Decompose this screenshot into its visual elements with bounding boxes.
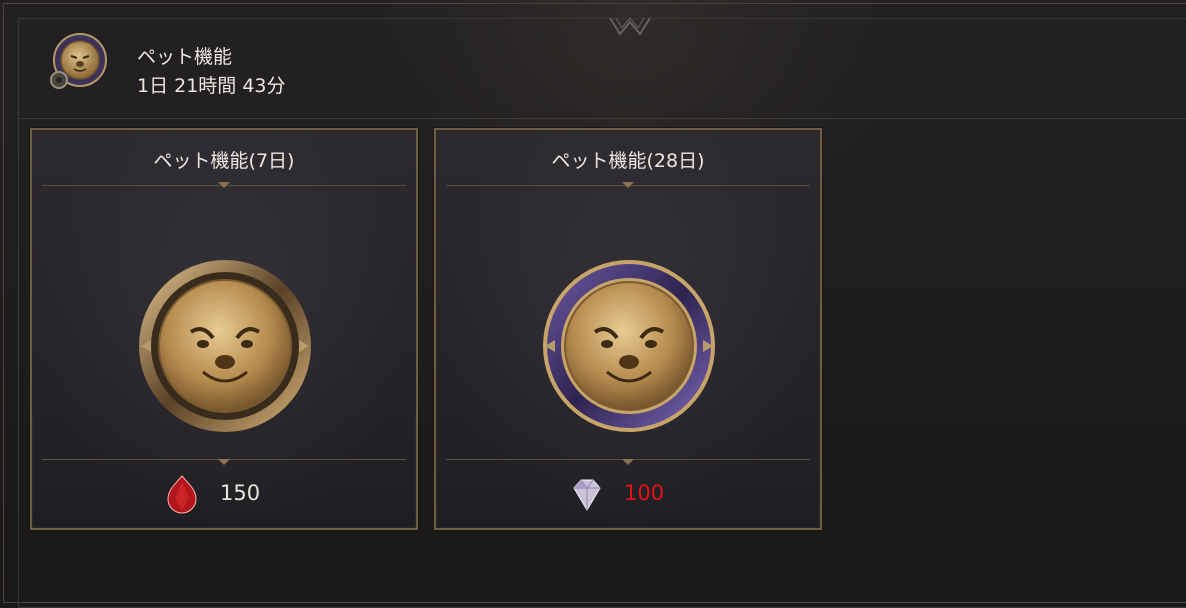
divider-ornament-icon: [218, 459, 230, 465]
divider-ornament-icon: [622, 459, 634, 465]
header: ペット機能 1日 21時間 43分: [18, 18, 1186, 119]
card-title: ペット機能(28日): [551, 150, 705, 172]
price-value: 100: [624, 481, 665, 505]
pet-medal-bronze-icon: [139, 260, 311, 432]
diamond-icon: [573, 479, 601, 511]
card-title: ペット機能(7日): [153, 150, 295, 172]
pet-function-panel: ペット機能 1日 21時間 43分 ペット機能(7日) 150 ペット機能(28…: [0, 0, 1186, 608]
pet-medal-purple-icon: [543, 260, 715, 432]
product-card-28-days[interactable]: ペット機能(28日) 100: [434, 128, 822, 530]
divider-ornament-icon: [218, 182, 230, 188]
price-value: 150: [220, 481, 261, 505]
red-gem-icon: [167, 475, 197, 514]
remaining-time: 1日 21時間 43分: [137, 75, 286, 97]
header-title: ペット機能: [137, 46, 233, 68]
product-card-7-days[interactable]: ペット機能(7日) 150: [30, 128, 418, 530]
pet-medal-icon: [50, 33, 107, 89]
divider-ornament-icon: [622, 182, 634, 188]
